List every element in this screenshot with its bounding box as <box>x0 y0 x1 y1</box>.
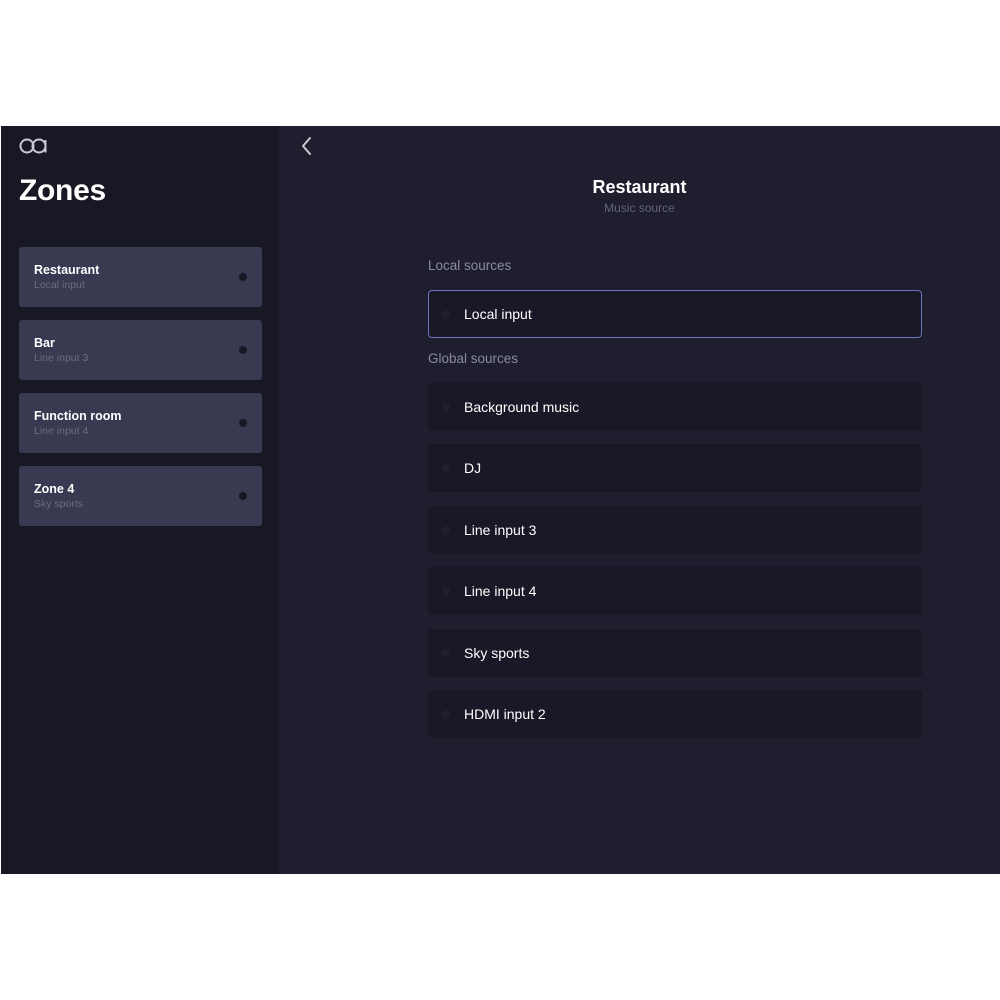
source-label: Line input 3 <box>464 521 537 538</box>
zone-name: Zone 4 <box>34 482 75 496</box>
source-option-line-input-4[interactable]: Line input 4 <box>428 567 922 616</box>
source-label: DJ <box>464 460 482 477</box>
radio-dot-icon <box>442 648 450 657</box>
zone-card-zone-4[interactable]: Zone 4 Sky sports <box>19 466 262 526</box>
zone-card-restaurant[interactable]: Restaurant Local input <box>19 247 262 307</box>
panel-header: Restaurant Music source <box>279 176 1000 215</box>
zone-card-function-room[interactable]: Function room Line input 4 <box>19 393 262 453</box>
zone-source: Local input <box>34 279 85 291</box>
source-option-local-input[interactable]: Local input <box>428 290 922 338</box>
source-label: HDMI input 2 <box>464 705 546 722</box>
radio-dot-icon <box>442 310 450 318</box>
radio-dot-icon <box>442 709 450 718</box>
zone-list: Restaurant Local input Bar Line input 3 … <box>19 247 262 539</box>
zone-status-dot <box>239 492 247 500</box>
zone-name: Restaurant <box>34 263 100 277</box>
zones-sidebar: Zones Restaurant Local input Bar Line in… <box>1 126 279 874</box>
page-title: Restaurant <box>592 177 687 197</box>
oa-logo-icon <box>19 138 47 154</box>
music-source-panel: Restaurant Music source Local sources Lo… <box>279 126 1000 874</box>
zone-status-dot <box>239 273 247 281</box>
source-option-sky-sports[interactable]: Sky sports <box>428 628 922 677</box>
radio-dot-icon <box>442 403 450 411</box>
source-label: Local input <box>464 306 532 322</box>
zone-status-dot <box>239 346 247 354</box>
radio-dot-icon <box>442 464 450 473</box>
source-option-background-music[interactable]: Background music <box>428 383 922 431</box>
source-label: Line input 4 <box>464 583 537 600</box>
local-source-list: Local input <box>428 290 922 351</box>
global-source-list: Background music DJ Line input 3 Line in… <box>428 383 922 751</box>
app-window: Zones Restaurant Local input Bar Line in… <box>1 126 1000 874</box>
zone-source: Line input 4 <box>34 425 89 437</box>
source-label: Background music <box>464 399 580 415</box>
zone-source: Sky sports <box>34 498 84 510</box>
radio-dot-icon <box>442 525 450 534</box>
global-sources-heading: Global sources <box>428 351 519 366</box>
source-option-hdmi-input-2[interactable]: HDMI input 2 <box>428 689 922 738</box>
source-option-dj[interactable]: DJ <box>428 444 922 493</box>
page-subtitle: Music source <box>604 201 675 215</box>
zone-card-bar[interactable]: Bar Line input 3 <box>19 320 262 380</box>
local-sources-heading: Local sources <box>428 258 512 273</box>
radio-dot-icon <box>442 587 450 596</box>
zone-source: Line input 3 <box>34 352 89 364</box>
sidebar-title: Zones <box>19 174 106 207</box>
source-option-line-input-3[interactable]: Line input 3 <box>428 505 922 554</box>
chevron-left-icon[interactable] <box>295 134 319 158</box>
zone-name: Function room <box>34 409 122 423</box>
zone-status-dot <box>239 419 247 427</box>
zone-name: Bar <box>34 336 55 350</box>
source-label: Sky sports <box>464 644 530 661</box>
